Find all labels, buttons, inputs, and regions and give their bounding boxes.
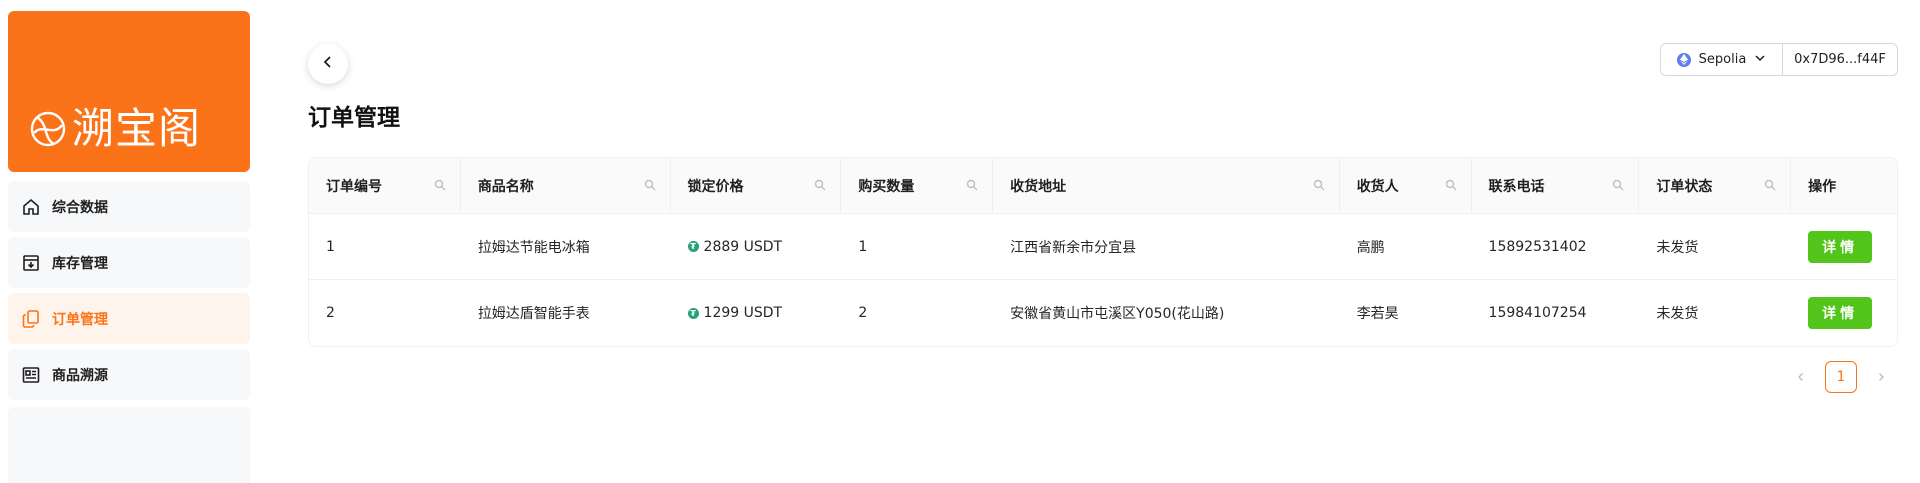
sidebar: 溯宝阁 综合数据 库存管理 订单管理 商品溯源 xyxy=(8,11,250,483)
cell-order-id: 2 xyxy=(326,305,335,321)
wallet-widget: Sepolia 0x7D96...f44F xyxy=(1660,43,1898,76)
network-selector[interactable]: Sepolia xyxy=(1661,44,1783,75)
column-label: 操作 xyxy=(1808,178,1837,195)
search-icon[interactable] xyxy=(1612,179,1626,193)
cell-quantity: 2 xyxy=(858,305,868,321)
cell-product-name: 拉姆达节能电冰箱 xyxy=(477,239,590,256)
search-icon[interactable] xyxy=(434,179,448,193)
cell-receiver: 高鹏 xyxy=(1356,239,1385,256)
chevron-left-icon xyxy=(1798,373,1803,381)
column-label: 锁定价格 xyxy=(687,178,744,195)
search-icon[interactable] xyxy=(814,179,828,193)
sidebar-filler xyxy=(8,407,250,483)
cell-status: 未发货 xyxy=(1656,239,1699,256)
sidebar-item-orders[interactable]: 订单管理 xyxy=(8,293,250,344)
sidebar-item-inventory[interactable]: 库存管理 xyxy=(8,237,250,288)
column-header-address: 收货地址 xyxy=(993,158,1340,213)
newspaper-icon xyxy=(20,364,42,386)
cell-receiver: 李若昊 xyxy=(1356,306,1399,322)
prev-page-button[interactable] xyxy=(1785,361,1817,393)
column-header-locked-price: 锁定价格 xyxy=(671,158,842,213)
sidebar-item-traceability[interactable]: 商品溯源 xyxy=(8,349,250,400)
cell-order-id: 1 xyxy=(326,238,335,255)
search-icon[interactable] xyxy=(644,179,658,193)
chevron-right-icon xyxy=(1879,373,1884,381)
column-label: 联系电话 xyxy=(1488,178,1545,195)
usdt-icon: ₮ xyxy=(687,307,699,319)
column-header-receiver: 收货人 xyxy=(1340,158,1472,213)
column-label: 收货地址 xyxy=(1010,178,1067,195)
logo[interactable]: 溯宝阁 xyxy=(28,103,201,155)
cell-address: 江西省新余市分宜县 xyxy=(1010,239,1137,256)
search-icon[interactable] xyxy=(1313,179,1327,193)
page-title: 订单管理 xyxy=(308,105,400,131)
sidebar-item-label: 库存管理 xyxy=(52,255,108,272)
cell-actions: 详情 xyxy=(1791,280,1897,346)
network-name: Sepolia xyxy=(1698,52,1747,67)
column-header-product-name: 商品名称 xyxy=(461,158,671,213)
logo-banner: 溯宝阁 xyxy=(8,11,250,172)
price-value: 2889 USDT xyxy=(703,238,783,255)
column-label: 购买数量 xyxy=(858,178,915,195)
wallet-address-button[interactable]: 0x7D96...f44F xyxy=(1783,44,1897,75)
column-header-actions: 操作 xyxy=(1791,158,1897,213)
detail-button[interactable]: 详情 xyxy=(1808,230,1873,263)
globe-icon xyxy=(28,109,68,149)
chevron-left-icon xyxy=(320,54,336,74)
ethereum-icon xyxy=(1676,52,1691,67)
cell-actions: 详情 xyxy=(1791,214,1897,279)
column-header-phone: 联系电话 xyxy=(1472,158,1640,213)
home-icon xyxy=(20,196,42,218)
next-page-button[interactable] xyxy=(1865,361,1897,393)
page-1-button[interactable]: 1 xyxy=(1825,361,1857,393)
table-row: 1 拉姆达节能电冰箱 ₮ 2889 USDT 1 江西省新余市分宜县 高鹏 15… xyxy=(309,214,1897,280)
cell-phone: 15984107254 xyxy=(1488,305,1587,321)
detail-button[interactable]: 详情 xyxy=(1808,297,1873,329)
sidebar-item-label: 订单管理 xyxy=(52,311,108,328)
sidebar-item-dashboard[interactable]: 综合数据 xyxy=(8,181,250,232)
pagination: 1 xyxy=(1785,361,1897,393)
search-icon[interactable] xyxy=(1764,179,1778,193)
price-value: 1299 USDT xyxy=(703,305,783,321)
column-label: 订单编号 xyxy=(326,178,382,195)
column-header-quantity: 购买数量 xyxy=(841,158,994,213)
column-header-status: 订单状态 xyxy=(1639,158,1792,213)
back-button[interactable] xyxy=(308,44,348,84)
table-header: 订单编号 商品名称 锁定价格 购买数量 收货地址 收货人 联系电话 订单状态 操… xyxy=(309,158,1897,214)
column-label: 订单状态 xyxy=(1656,178,1713,195)
column-label: 商品名称 xyxy=(477,178,534,195)
search-icon[interactable] xyxy=(1445,179,1459,193)
sidebar-item-label: 商品溯源 xyxy=(52,367,108,384)
column-header-order-id: 订单编号 xyxy=(309,158,461,213)
copy-icon xyxy=(20,308,42,330)
sidebar-item-label: 综合数据 xyxy=(52,199,108,216)
brand-name: 溯宝阁 xyxy=(72,104,202,153)
cell-locked-price: ₮ 1299 USDT xyxy=(671,280,842,346)
chevron-down-icon xyxy=(1754,52,1766,68)
cell-address: 安徽省黄山市屯溪区Y050(花山路) xyxy=(1010,306,1225,322)
search-icon[interactable] xyxy=(966,179,980,193)
column-label: 收货人 xyxy=(1356,178,1399,195)
cell-status: 未发货 xyxy=(1656,306,1699,322)
usdt-icon: ₮ xyxy=(687,241,699,252)
orders-table: 订单编号 商品名称 锁定价格 购买数量 收货地址 收货人 联系电话 订单状态 操… xyxy=(308,157,1898,347)
cell-phone: 15892531402 xyxy=(1488,238,1587,255)
cell-product-name: 拉姆达盾智能手表 xyxy=(477,306,590,322)
table-row: 2 拉姆达盾智能手表 ₮ 1299 USDT 2 安徽省黄山市屯溪区Y050(花… xyxy=(309,280,1897,346)
cell-quantity: 1 xyxy=(858,238,868,255)
inbox-icon xyxy=(20,252,42,274)
cell-locked-price: ₮ 2889 USDT xyxy=(671,214,842,279)
